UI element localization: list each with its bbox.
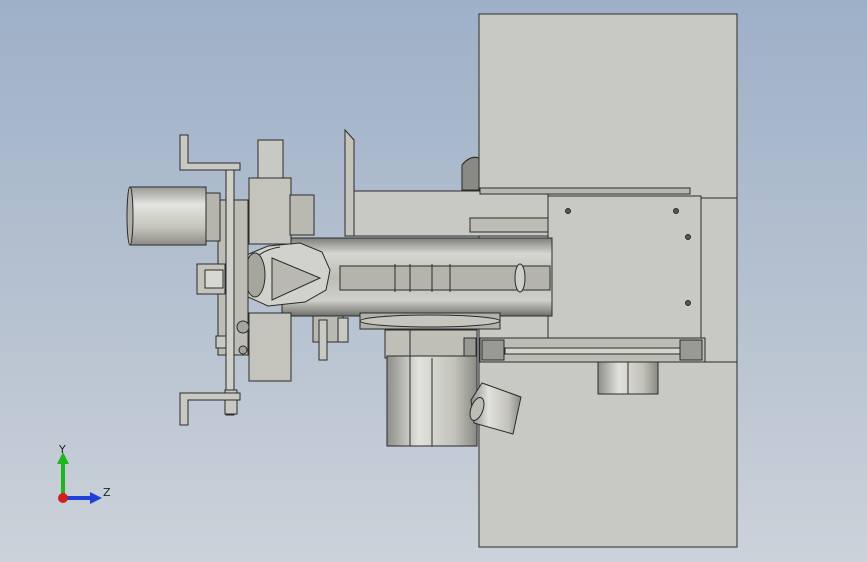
assembly-model[interactable] [0,0,867,562]
upper-arm [179,134,241,171]
x-axis-dot [58,493,68,503]
graphics-viewport[interactable]: Y Z [0,0,867,562]
vertical-post [344,128,355,237]
y-axis-label: Y [59,443,66,456]
z-axis-label: Z [103,486,111,499]
back-plate-step [700,197,738,363]
view-triad [57,452,102,504]
gearbox [547,195,702,347]
left-bracket [248,177,292,245]
vertical-cylinder-top [384,329,478,359]
left-motor [129,186,207,246]
